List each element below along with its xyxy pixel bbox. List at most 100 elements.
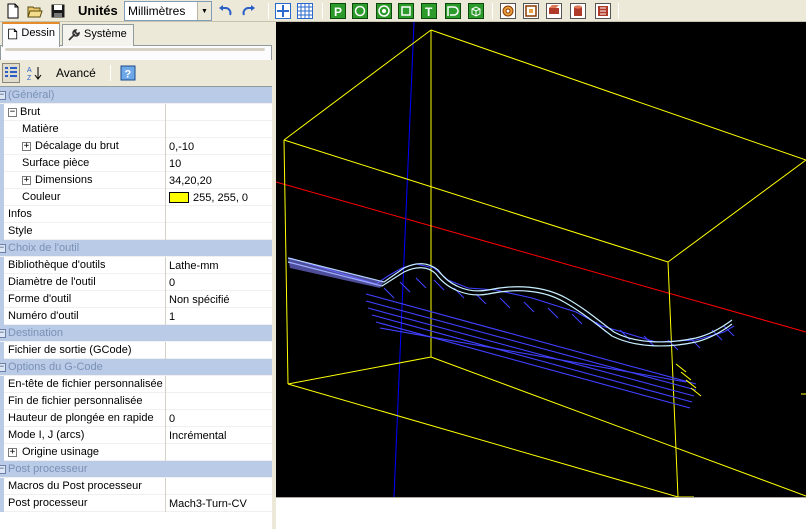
collapse-icon[interactable]: − [0, 363, 6, 372]
z-axis-line [393, 21, 415, 498]
property-row-couleur[interactable]: Couleur 255, 255, 0 [0, 189, 272, 206]
mode-value[interactable]: Incrémental [169, 428, 226, 444]
property-row-bibliotheque[interactable]: Bibliothèque d'outils Lathe-mm [0, 257, 272, 274]
collapse-icon[interactable]: − [0, 329, 6, 338]
couleur-value[interactable]: 255, 255, 0 [193, 190, 248, 206]
infos-value[interactable] [166, 206, 272, 223]
property-row-entete[interactable]: En-tête de fichier personnalisée [0, 376, 272, 393]
advanced-button[interactable]: Avancé [56, 66, 96, 80]
category-post[interactable]: − Post processeur [0, 461, 272, 478]
stock-edge-fill [288, 258, 384, 288]
macros-value[interactable] [166, 478, 272, 495]
3d-viewport[interactable] [270, 21, 806, 498]
property-row-infos[interactable]: Infos [0, 206, 272, 223]
collapse-icon[interactable]: − [8, 108, 17, 117]
help-icon[interactable]: ? [118, 63, 138, 83]
document-icon [8, 28, 18, 40]
units-label: Unités [78, 3, 118, 18]
postproc-value[interactable]: Mach3-Turn-CV [169, 496, 247, 512]
numero-value[interactable]: 1 [169, 309, 175, 325]
entete-value[interactable] [166, 376, 272, 393]
frame-icon[interactable] [523, 2, 539, 20]
forme-value[interactable]: Non spécifié [169, 292, 230, 308]
collapse-icon[interactable]: − [0, 91, 6, 100]
expand-icon[interactable]: + [8, 448, 17, 457]
property-row-mode[interactable]: Mode I, J (arcs) Incrémental [0, 427, 272, 444]
style-value[interactable] [166, 223, 272, 240]
text-t-icon[interactable]: T [421, 2, 437, 20]
property-row-brut[interactable]: − Brut [0, 104, 272, 121]
property-row-origine[interactable]: + Origine usinage [0, 444, 272, 461]
property-row-surface[interactable]: Surface pièce 10 [0, 155, 272, 172]
square-icon[interactable] [398, 2, 414, 20]
redo-icon[interactable] [240, 2, 256, 20]
horizontal-scroll-indicator[interactable] [5, 48, 265, 51]
axes-view-icon[interactable] [275, 2, 291, 20]
property-row-dimensions[interactable]: + Dimensions 34,20,20 [0, 172, 272, 189]
fichier-value[interactable] [166, 342, 272, 359]
collapse-icon[interactable]: − [0, 244, 6, 253]
property-row-diametre[interactable]: Diamètre de l'outil 0 [0, 274, 272, 291]
units-select[interactable]: Millimètres ▼ [124, 1, 212, 21]
origine-label: Origine usinage [22, 446, 100, 458]
new-document-icon[interactable] [5, 2, 21, 20]
origine-value[interactable] [166, 444, 272, 461]
svg-text:Z: Z [27, 75, 32, 81]
tab-dessin[interactable]: Dessin [2, 22, 60, 47]
property-row-decalage[interactable]: + Décalage du brut 0,-10 [0, 138, 272, 155]
grid-view-icon[interactable] [297, 2, 313, 20]
category-tool[interactable]: − Choix de l'outil [0, 240, 272, 257]
expand-icon[interactable]: + [22, 176, 31, 185]
collapse-icon[interactable]: − [0, 465, 6, 474]
ring-icon[interactable] [376, 2, 392, 20]
property-row-forme[interactable]: Forme d'outil Non spécifié [0, 291, 272, 308]
save-disk-icon[interactable] [50, 2, 66, 20]
fin-value[interactable] [166, 393, 272, 410]
diametre-value[interactable]: 0 [169, 275, 175, 291]
property-row-matiere[interactable]: Matière [0, 121, 272, 138]
chevron-down-icon[interactable]: ▼ [197, 2, 211, 20]
mode-label: Mode I, J (arcs) [8, 429, 85, 441]
category-gcode[interactable]: − Options du G-Code [0, 359, 272, 376]
surface-value[interactable]: 10 [169, 156, 181, 172]
matiere-value[interactable] [166, 121, 272, 138]
decalage-value[interactable]: 0,-10 [169, 139, 194, 155]
tab-systeme[interactable]: Système [62, 24, 134, 46]
hauteur-value[interactable]: 0 [169, 411, 175, 427]
wrench-icon [68, 29, 80, 41]
alphabetical-az-icon[interactable]: AZ [24, 63, 46, 83]
category-general[interactable]: − (Général) [0, 87, 272, 104]
svg-text:A: A [27, 67, 32, 74]
open-folder-icon[interactable] [27, 2, 43, 20]
units-select-value: Millimètres [128, 4, 186, 18]
fichier-label: Fichier de sortie (GCode) [8, 344, 132, 356]
property-row-fin[interactable]: Fin de fichier personnalisée [0, 393, 272, 410]
bibliotheque-value[interactable]: Lathe-mm [169, 258, 219, 274]
color-swatch[interactable] [169, 192, 189, 203]
export-icon[interactable] [595, 2, 611, 20]
forme-label: Forme d'outil [8, 293, 72, 305]
cylinder-icon[interactable] [570, 2, 586, 20]
property-row-numero[interactable]: Numéro d'outil 1 [0, 308, 272, 325]
lathe-tool-icon[interactable] [546, 2, 562, 20]
spiral-icon[interactable] [500, 2, 516, 20]
dimensions-value[interactable]: 34,20,20 [169, 173, 212, 189]
category-destination-label: Destination [8, 327, 64, 339]
categorized-icon[interactable] [2, 63, 20, 83]
hauteur-label: Hauteur de plongée en rapide [8, 412, 154, 424]
undo-icon[interactable] [218, 2, 234, 20]
cube-icon[interactable] [468, 2, 484, 20]
property-row-style[interactable]: Style [0, 223, 272, 240]
brut-label: Brut [20, 106, 41, 118]
property-row-fichier[interactable]: Fichier de sortie (GCode) [0, 342, 272, 359]
category-destination[interactable]: − Destination [0, 325, 272, 342]
property-row-postproc[interactable]: Post processeur Mach3-Turn-CV [0, 495, 272, 512]
property-row-hauteur[interactable]: Hauteur de plongée en rapide 0 [0, 410, 272, 427]
main-toolbar: Unités Millimètres ▼ P T [0, 0, 806, 22]
expand-icon[interactable]: + [22, 142, 31, 151]
diametre-label: Diamètre de l'outil [8, 276, 96, 288]
circle-target-icon[interactable] [352, 2, 368, 20]
curve-icon[interactable] [445, 2, 461, 20]
property-row-macros[interactable]: Macros du Post processeur [0, 478, 272, 495]
profile-p-icon[interactable]: P [330, 2, 346, 20]
